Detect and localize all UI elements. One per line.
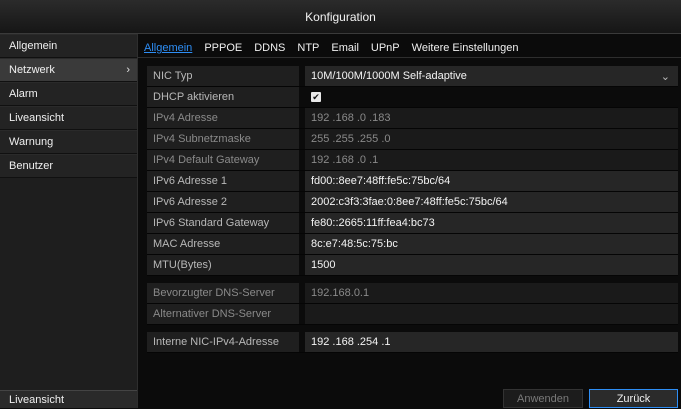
window-title: Konfiguration — [0, 0, 681, 34]
chevron-right-icon: › — [126, 64, 130, 76]
ipv6-address-1-row: IPv6 Adresse 1 fd00::8ee7:48ff:fe5c:75bc… — [147, 171, 678, 192]
ipv6-gateway-label: IPv6 Standard Gateway — [147, 213, 299, 233]
preferred-dns-label: Bevorzugter DNS-Server — [147, 283, 299, 303]
mac-address-value: 8c:e7:48:5c:75:bc — [305, 234, 678, 254]
preferred-dns-field[interactable]: 192.168.0.1 — [305, 283, 678, 303]
ipv6-gateway-row: IPv6 Standard Gateway fe80::2665:11ff:fe… — [147, 213, 678, 234]
tab-ntp[interactable]: NTP — [291, 42, 325, 57]
ipv6-address-1-value: fd00::8ee7:48ff:fe5c:75bc/64 — [305, 171, 678, 191]
tab-email[interactable]: Email — [325, 42, 365, 57]
sidebar-item-warnung[interactable]: Warnung — [0, 130, 137, 154]
sidebar-item-benutzer[interactable]: Benutzer — [0, 154, 137, 178]
dhcp-row: DHCP aktivieren ✔ — [147, 87, 678, 108]
ipv4-address-label: IPv4 Adresse — [147, 108, 299, 128]
sidebar-item-netzwerk[interactable]: Netzwerk › — [0, 58, 137, 82]
sidebar-item-label: Alarm — [9, 88, 38, 100]
ipv6-address-2-label: IPv6 Adresse 2 — [147, 192, 299, 212]
ipv4-subnet-row: IPv4 Subnetzmaske 255 .255 .255 .0 — [147, 129, 678, 150]
tab-bar: Allgemein PPPOE DDNS NTP Email UPnP Weit… — [138, 39, 681, 58]
back-button[interactable]: Zurück — [589, 389, 678, 408]
dhcp-checkbox[interactable]: ✔ — [311, 92, 321, 103]
ipv4-address-row: IPv4 Adresse 192 .168 .0 .183 — [147, 108, 678, 129]
nic-type-row: NIC Typ 10M/100M/1000M Self-adaptive ⌄ — [147, 66, 678, 87]
alternate-dns-row: Alternativer DNS-Server — [147, 304, 678, 325]
sidebar-item-label: Liveansicht — [9, 112, 65, 124]
sidebar-item-alarm[interactable]: Alarm — [0, 82, 137, 106]
dhcp-label: DHCP aktivieren — [147, 87, 299, 107]
internal-nic-ipv4-row: Interne NIC-IPv4-Adresse 192 .168 .254 .… — [147, 332, 678, 353]
ipv4-gateway-label: IPv4 Default Gateway — [147, 150, 299, 170]
liveview-button[interactable]: Liveansicht — [0, 390, 137, 408]
ipv6-address-2-value: 2002:c3f3:3fae:0:8ee7:48ff:fe5c:75bc/64 — [305, 192, 678, 212]
tab-weitere-einstellungen[interactable]: Weitere Einstellungen — [406, 42, 525, 57]
internal-nic-ipv4-field[interactable]: 192 .168 .254 .1 — [305, 332, 678, 352]
mtu-row: MTU(Bytes) 1500 — [147, 255, 678, 276]
nic-type-label: NIC Typ — [147, 66, 299, 86]
tab-upnp[interactable]: UPnP — [365, 42, 406, 57]
mtu-field[interactable]: 1500 — [305, 255, 678, 275]
sidebar-item-label: Allgemein — [9, 40, 58, 52]
tab-ddns[interactable]: DDNS — [248, 42, 291, 57]
ipv4-subnet-label: IPv4 Subnetzmaske — [147, 129, 299, 149]
ipv6-gateway-value: fe80::2665:11ff:fea4:bc73 — [305, 213, 678, 233]
sidebar-item-liveansicht[interactable]: Liveansicht — [0, 106, 137, 130]
sidebar-item-label: Benutzer — [9, 160, 54, 172]
internal-nic-ipv4-label: Interne NIC-IPv4-Adresse — [147, 332, 299, 352]
preferred-dns-row: Bevorzugter DNS-Server 192.168.0.1 — [147, 283, 678, 304]
ipv6-address-2-row: IPv6 Adresse 2 2002:c3f3:3fae:0:8ee7:48f… — [147, 192, 678, 213]
nic-type-select[interactable]: 10M/100M/1000M Self-adaptive — [305, 66, 678, 86]
sidebar-item-label: Netzwerk — [9, 64, 55, 76]
ipv6-address-1-label: IPv6 Adresse 1 — [147, 171, 299, 191]
mac-address-row: MAC Adresse 8c:e7:48:5c:75:bc — [147, 234, 678, 255]
sidebar: Allgemein Netzwerk › Alarm Liveansicht Wa… — [0, 34, 138, 408]
ipv4-subnet-field[interactable]: 255 .255 .255 .0 — [305, 129, 678, 149]
mac-address-label: MAC Adresse — [147, 234, 299, 254]
mtu-label: MTU(Bytes) — [147, 255, 299, 275]
apply-button[interactable]: Anwenden — [503, 389, 583, 408]
ipv4-gateway-row: IPv4 Default Gateway 192 .168 .0 .1 — [147, 150, 678, 171]
sidebar-item-allgemein[interactable]: Allgemein — [0, 34, 137, 58]
ipv4-gateway-field[interactable]: 192 .168 .0 .1 — [305, 150, 678, 170]
chevron-down-icon: ⌄ — [660, 70, 670, 83]
ipv4-address-field[interactable]: 192 .168 .0 .183 — [305, 108, 678, 128]
alternate-dns-label: Alternativer DNS-Server — [147, 304, 299, 324]
sidebar-item-label: Warnung — [9, 136, 54, 148]
network-settings-form: NIC Typ 10M/100M/1000M Self-adaptive ⌄ D… — [147, 66, 678, 353]
alternate-dns-field[interactable] — [305, 304, 678, 324]
tab-pppoe[interactable]: PPPOE — [198, 42, 248, 57]
tab-allgemein[interactable]: Allgemein — [138, 42, 198, 57]
